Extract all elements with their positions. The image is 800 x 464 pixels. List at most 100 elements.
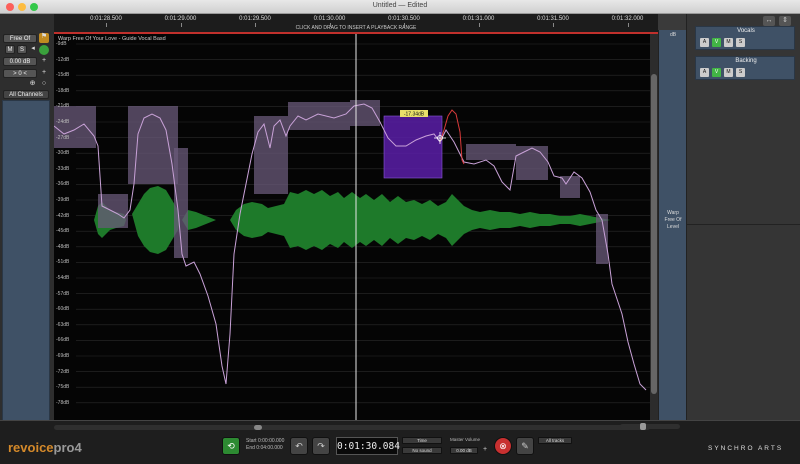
ruler-tick-mark [180,23,182,27]
db-scale-label: -78dB [56,399,70,406]
timeline-ruler[interactable]: CLICK AND DRAG TO INSERT A PLAYBACK RANG… [54,14,658,34]
db-scale-label: -27dB [56,134,70,141]
warp-level-column: dB Warp Free Of Level [658,30,686,426]
expand-horizontal-icon[interactable]: ↔ [763,16,775,26]
ruler-tick-mark [478,23,480,27]
note-block [466,144,516,160]
tool-button[interactable]: ✎ [516,437,534,455]
undo-button[interactable]: ↶ [290,437,308,455]
track-card-backing[interactable]: Backing A V M S [695,56,795,80]
db-scale-label: -57dB [56,290,70,297]
zoom-slider[interactable] [620,423,680,430]
note-block [350,100,380,126]
lock-icon[interactable]: ⊕ [28,80,37,89]
db-scale-label: -24dB [56,119,70,125]
end-value[interactable]: 0:04:00.000 [256,445,282,451]
warp-text-line: Level [667,224,679,230]
left-control-panel: Free Of ⚑ M S ◂ 0.00 dB + > 0 < + ⊕ ○ Al… [0,14,54,430]
track-visible-button[interactable]: V [712,38,721,47]
speaker-icon[interactable]: ◂ [29,45,37,54]
db-scale-label: -9dB [56,41,67,47]
track-visible-button[interactable]: V [712,68,721,77]
transport-bar: revoicepro4 ⟲ Start 0:00:00.000 End 0:04… [0,420,800,464]
no-sound-select[interactable]: No sound [402,447,442,454]
ruler-tick-mark [404,23,405,27]
synchro-arts-brand: SYNCHRO ARTS [708,445,784,452]
track-card-vocals[interactable]: Vocals A V M S [695,26,795,50]
track-card-name: Backing [735,58,757,64]
ruler-tick-label: 0:01:31.000 [462,16,495,22]
track-solo-button[interactable]: S [736,68,745,77]
track-list-panel: ↔ ⇕ Vocals A V M S Backing A V M S [686,14,800,430]
track-name-label: Warp Free Of Your Love - Guide Vocal Bas… [58,36,166,42]
db-scale-label: -12dB [56,56,70,63]
redo-button[interactable]: ↷ [312,437,330,455]
waveform-segment-4 [230,190,610,250]
gain-field[interactable]: 0.00 dB [3,57,37,66]
volume-plus-icon[interactable]: + [481,446,489,454]
warp-text-line: Warp [667,210,679,216]
window-title: Untitled — Edited [372,2,428,9]
db-scale-label: -60dB [56,306,70,313]
app-window: Untitled — Edited CLICK AND DRAG TO INSE… [0,0,800,464]
db-scale-label: -42dB [56,212,70,219]
mute-button[interactable]: M [5,45,15,54]
horizontal-scroll-track[interactable] [54,425,650,430]
db-scale-label: -30dB [56,150,70,157]
track-mute-button[interactable]: M [724,68,733,77]
db-scale-label: -45dB [56,228,70,235]
warp-text-line: Free Of [664,217,682,223]
logo-pro4: pro4 [53,440,82,455]
title-bar: Untitled — Edited [0,0,800,14]
channels-select[interactable]: All Channels [3,90,49,99]
mode-select[interactable]: Free Of [3,34,37,43]
selection-value-label: -17.34dB [404,112,425,118]
horizontal-scroll-thumb[interactable] [254,425,262,430]
logo-revoice: revoice [8,440,54,455]
db-scale-label: -54dB [56,275,70,281]
loop-button[interactable]: ⟲ [222,437,240,455]
db-scale-label: -51dB [56,259,70,266]
db-scale-label: -36dB [56,181,70,188]
time-mode-select[interactable]: Time [402,437,442,444]
record-button[interactable]: ⊗ [494,437,512,455]
warp-db-label: dB [669,32,677,38]
db-scale-label: -15dB [56,72,70,79]
track-mute-button[interactable]: M [724,38,733,47]
ruler-tick-mark [553,23,554,27]
track-audition-button[interactable]: A [700,38,709,47]
ruler-tick-mark [255,23,256,27]
ruler-tick-label: 0:01:32.000 [611,16,644,22]
pitch-editor-plot[interactable]: -17.34dB Warp Free Of Your Love - Guide … [54,34,650,420]
track-solo-button[interactable]: S [736,38,745,47]
end-row: End 0:04:00.000 [246,445,284,452]
offset-field[interactable]: > 0 < [3,69,37,78]
db-scale-label: -66dB [56,337,70,344]
master-volume-field[interactable]: 0.00 dB [450,447,478,454]
db-scale-label: -69dB [56,353,70,359]
ruler-tick-mark [627,23,629,27]
plus-icon-2[interactable]: + [39,69,49,78]
time-display: 0:01:30.084 [336,437,400,455]
start-value[interactable]: 0:00:00.000 [258,438,284,444]
plus-icon[interactable]: + [39,57,49,66]
power-icon[interactable] [39,45,49,55]
vertical-scroll-thumb[interactable] [651,74,657,394]
db-scale-label: -75dB [56,384,70,391]
ruler-tick-label: 0:01:30.000 [313,16,346,22]
vertical-scroll-track[interactable] [650,34,658,420]
all-tracks-select[interactable]: All tracks [538,437,572,444]
db-scale-label: -48dB [56,243,70,250]
track-card-name: Vocals [737,28,755,34]
solo-button[interactable]: S [17,45,27,54]
track-audition-button[interactable]: A [700,68,709,77]
circle-icon[interactable]: ○ [39,80,49,89]
zoom-slider-thumb[interactable] [640,423,646,430]
note-block [516,146,548,180]
collapse-icon[interactable]: ⇕ [779,16,791,26]
end-label: End [246,445,255,451]
pitch-editor-canvas[interactable]: -17.34dB [54,34,650,420]
warp-lock-icon[interactable]: ⚑ [39,33,49,43]
master-volume-label: Master Volume [450,437,481,442]
db-scale-label: -72dB [56,368,70,375]
